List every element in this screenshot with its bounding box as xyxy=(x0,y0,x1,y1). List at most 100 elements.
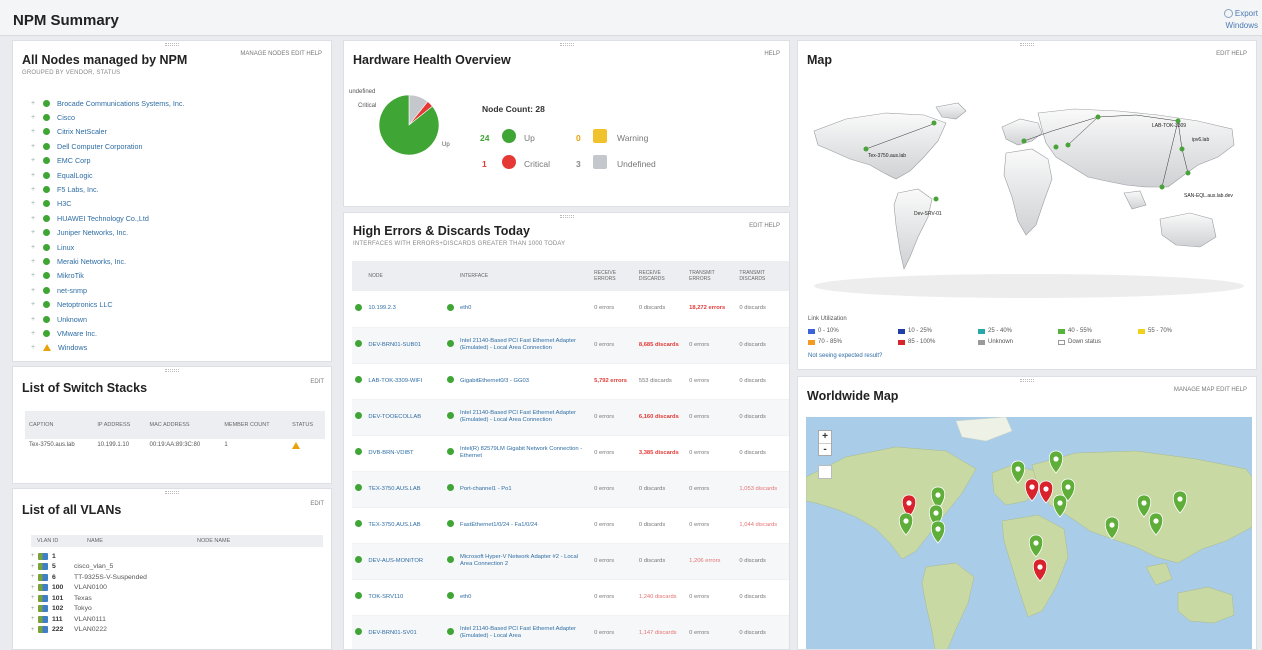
help-link[interactable]: HELP xyxy=(764,51,780,57)
edit-link[interactable]: EDIT xyxy=(310,379,324,385)
node-group-item[interactable]: + EqualLogic xyxy=(31,168,325,182)
vlan-row[interactable]: +102 Tokyo xyxy=(31,604,147,615)
expand-icon[interactable]: + xyxy=(31,595,38,601)
node-group-item[interactable]: + Juniper Networks, Inc. xyxy=(31,226,325,240)
column-header[interactable]: NODE xyxy=(365,261,444,291)
node-link[interactable]: TEX-3750.AUS.LAB xyxy=(365,507,444,544)
node-group-item[interactable]: + Unknown xyxy=(31,312,325,326)
expand-icon[interactable]: + xyxy=(31,287,43,294)
panel-links[interactable]: EDIT HELP xyxy=(1216,51,1247,57)
column-header[interactable]: RECEIVE DISCARDS xyxy=(635,261,687,291)
node-link[interactable]: TOK-SRV110 xyxy=(365,579,444,616)
vlan-row[interactable]: +1 xyxy=(31,551,147,562)
expand-icon[interactable]: + xyxy=(31,616,38,622)
worldwide-map-canvas[interactable] xyxy=(806,417,1252,650)
switch-caption-link[interactable]: Tex-3750.aus.lab xyxy=(25,439,93,454)
node-link[interactable]: DEV-AUS-MONITOR xyxy=(365,543,444,580)
expand-icon[interactable]: + xyxy=(31,330,43,337)
panel-links[interactable]: EDIT HELP xyxy=(749,223,780,229)
expand-icon[interactable]: + xyxy=(31,258,43,265)
vlan-row[interactable]: +6 TT-9325S-V-Suspended xyxy=(31,572,147,583)
zoom-out-button[interactable]: - xyxy=(819,443,831,455)
export-link[interactable]: Export Windows xyxy=(1223,8,1258,32)
node-group-item[interactable]: + HUAWEI Technology Co.,Ltd xyxy=(31,211,325,225)
node-group-item[interactable]: + Brocade Communications Systems, Inc. xyxy=(31,96,325,110)
node-link[interactable]: DEV-TOOECOLLAB xyxy=(365,399,444,436)
node-group-item[interactable]: + F5 Labs, Inc. xyxy=(31,182,325,196)
vlan-row[interactable]: +101 Texas xyxy=(31,593,147,604)
interface-link[interactable]: eth0 xyxy=(457,579,592,616)
col-node-name[interactable]: NODE NAME xyxy=(197,538,230,544)
drag-handle[interactable] xyxy=(1020,379,1034,382)
expand-icon[interactable]: + xyxy=(31,244,43,251)
node-group-item[interactable]: + MikroTik xyxy=(31,269,325,283)
expand-icon[interactable]: + xyxy=(31,143,43,150)
node-link[interactable]: 10.199.2.3 xyxy=(365,291,444,328)
expand-icon[interactable]: + xyxy=(31,316,43,323)
up-link[interactable]: Up xyxy=(524,133,535,143)
interface-link[interactable]: Intel(R) 82579LM Gigabit Network Connect… xyxy=(457,435,592,472)
interface-link[interactable]: Microsoft Hyper-V Network Adapter #2 - L… xyxy=(457,543,592,580)
expand-icon[interactable]: + xyxy=(31,215,43,222)
vlan-row[interactable]: +111 VLAN0111 xyxy=(31,614,147,625)
expand-icon[interactable]: + xyxy=(31,627,38,633)
worldwide-map[interactable]: + - xyxy=(806,417,1252,650)
interface-link[interactable]: FastEthernet1/0/24 - Fa1/0/24 xyxy=(457,507,592,544)
node-link[interactable]: LAB-TOK-3309-WIFI xyxy=(365,363,444,400)
column-header[interactable]: MEMBER COUNT xyxy=(220,411,289,439)
expand-icon[interactable]: + xyxy=(31,574,38,580)
drag-handle[interactable] xyxy=(559,43,574,46)
interface-link[interactable]: Intel 21140-Based PCI Fast Ethernet Adap… xyxy=(457,615,592,649)
network-world-map[interactable]: Tex-3750.aus.lab LAB-TOK-3309 ipv6.lab D… xyxy=(806,101,1252,301)
expand-icon[interactable]: + xyxy=(31,606,38,612)
node-link[interactable]: DVB-BRN-VDIBT xyxy=(365,435,444,472)
vlan-row[interactable]: +100 VLAN0100 xyxy=(31,583,147,594)
drag-handle[interactable] xyxy=(165,369,179,372)
zoom-in-button[interactable]: + xyxy=(819,431,831,443)
column-header[interactable]: CAPTION xyxy=(25,411,94,439)
node-link[interactable]: TEX-3750.AUS.LAB xyxy=(365,471,444,508)
drag-handle[interactable] xyxy=(1020,43,1034,46)
expand-icon[interactable]: + xyxy=(31,114,43,121)
expand-icon[interactable]: + xyxy=(31,301,43,308)
critical-link[interactable]: Critical xyxy=(524,159,550,169)
undefined-link[interactable]: Undefined xyxy=(617,159,656,169)
drag-handle[interactable] xyxy=(559,215,574,218)
node-group-item[interactable]: + Citrix NetScaler xyxy=(31,125,325,139)
node-group-item[interactable]: + Cisco xyxy=(31,110,325,124)
column-header[interactable]: IP ADDRESS xyxy=(93,411,146,439)
node-group-item[interactable]: + Linux xyxy=(31,240,325,254)
node-group-item[interactable]: + net-snmp xyxy=(31,283,325,297)
warning-link[interactable]: Warning xyxy=(617,133,648,143)
node-link[interactable]: DEV-BRN01-SUB01 xyxy=(365,327,444,364)
node-group-item[interactable]: + VMware Inc. xyxy=(31,326,325,340)
drag-handle[interactable] xyxy=(165,43,179,46)
node-group-item[interactable]: + Windows xyxy=(31,341,325,355)
panel-links[interactable]: MANAGE NODES EDIT HELP xyxy=(240,51,322,57)
expand-icon[interactable]: + xyxy=(31,128,43,135)
expand-icon[interactable]: + xyxy=(31,229,43,236)
interface-link[interactable]: Intel 21140-Based PCI Fast Ethernet Adap… xyxy=(457,399,592,436)
expand-icon[interactable]: + xyxy=(31,157,43,164)
vlan-row[interactable]: +5 cisco_vlan_5 xyxy=(31,562,147,573)
layer-toggle-button[interactable] xyxy=(818,465,832,479)
expand-icon[interactable]: + xyxy=(31,272,43,279)
expand-icon[interactable]: + xyxy=(31,172,43,179)
expand-icon[interactable]: + xyxy=(31,186,43,193)
expand-icon[interactable]: + xyxy=(31,344,43,351)
node-group-item[interactable]: + H3C xyxy=(31,197,325,211)
column-header[interactable]: TRANSMIT DISCARDS xyxy=(736,261,789,291)
node-group-item[interactable]: + Meraki Networks, Inc. xyxy=(31,254,325,268)
interface-link[interactable]: eth0 xyxy=(457,291,592,328)
column-header[interactable]: TRANSMIT ERRORS xyxy=(686,261,737,291)
node-group-item[interactable]: + Dell Computer Corporation xyxy=(31,139,325,153)
col-name[interactable]: NAME xyxy=(87,538,103,544)
column-header[interactable]: STATUS xyxy=(288,411,325,439)
column-header[interactable]: INTERFACE xyxy=(457,261,592,291)
column-header[interactable]: RECEIVE ERRORS xyxy=(591,261,636,291)
expand-icon[interactable]: + xyxy=(31,100,43,107)
node-group-item[interactable]: + EMC Corp xyxy=(31,154,325,168)
node-group-item[interactable]: + Netoptronics LLC xyxy=(31,297,325,311)
legend-help-link[interactable]: Not seeing expected result? xyxy=(808,353,882,359)
health-pie-chart[interactable] xyxy=(377,93,441,157)
